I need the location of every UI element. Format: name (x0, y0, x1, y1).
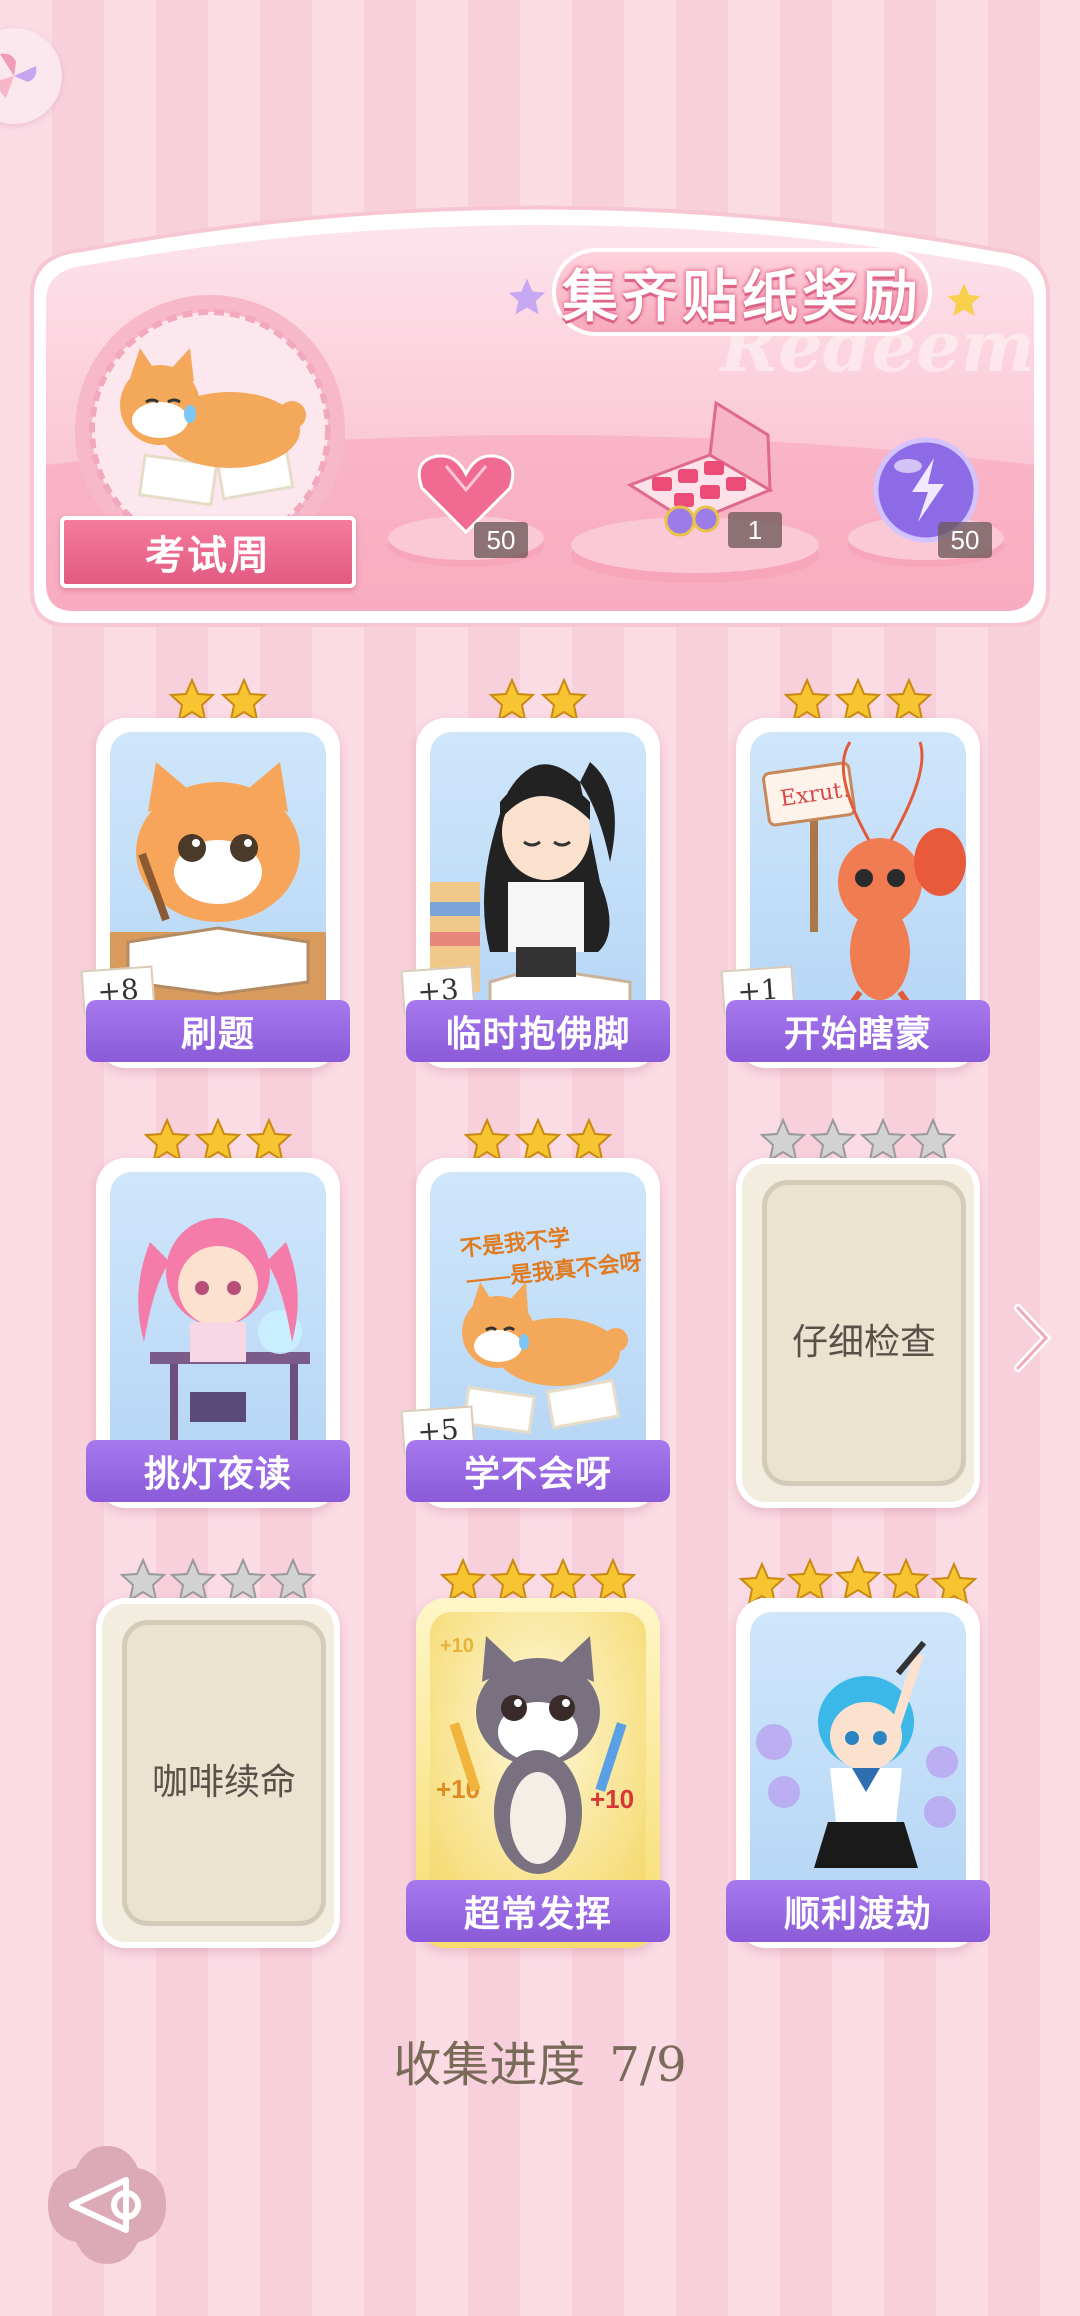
sticker-card-locked[interactable]: 咖啡续命 (90, 1557, 346, 1948)
banner-title: 集齐贴纸奖励 (552, 248, 932, 336)
sticker-card[interactable]: 不是我不学 ——是我真不会呀 +5 学不会呀 (400, 1117, 670, 1508)
card-label: 学不会呀 (406, 1440, 670, 1502)
sticker-card[interactable]: 挑灯夜读 (86, 1117, 350, 1508)
sticker-card[interactable]: 顺利渡劫 (726, 1556, 990, 1948)
art-caption-1: +10 (440, 1635, 474, 1657)
badge-label: 考试周 (60, 516, 356, 588)
sticker-card-locked[interactable]: 仔细检查 (730, 1117, 986, 1508)
card-art-cat-overperform: +10 +10 +10 (430, 1612, 646, 1902)
star-icon (947, 283, 981, 316)
card-label: 开始瞎蒙 (726, 1000, 990, 1062)
card-art-girl-success (750, 1612, 966, 1902)
gift-box-icon (571, 400, 819, 583)
card-label: 顺利渡劫 (726, 1880, 990, 1942)
back-arrow-icon (48, 2146, 166, 2264)
pinwheel-icon[interactable] (0, 28, 62, 124)
sticker-card[interactable]: +10 +10 +10 超常发挥 (406, 1557, 670, 1948)
back-button[interactable] (42, 2140, 172, 2270)
collection-progress: 收集进度 7/9 (0, 2025, 1080, 2095)
card-label: 临时抱佛脚 (406, 1000, 670, 1062)
sticker-card[interactable]: +8 刷题 (80, 677, 350, 1068)
card-label: 刷题 (86, 1000, 350, 1062)
sticker-card[interactable]: Exrut! +1 开始瞎蒙 (720, 677, 990, 1068)
sticker-card[interactable]: +3 临时抱佛脚 (400, 677, 670, 1068)
progress-label: 收集进度 (393, 2037, 586, 2093)
card-label: 咖啡续命 (151, 1762, 296, 1803)
star-icon (508, 278, 546, 315)
reward-count: 1 (728, 512, 782, 548)
reward-count: 50 (938, 522, 992, 558)
card-art-girl-night-study (110, 1172, 326, 1462)
card-label: 挑灯夜读 (86, 1440, 350, 1502)
progress-value: 7/9 (609, 2037, 687, 2093)
card-label: 仔细检查 (791, 1322, 936, 1363)
card-label: 超常发挥 (406, 1880, 670, 1942)
chevron-right-icon[interactable] (1010, 1300, 1054, 1376)
art-caption-1: 不是我不学 (459, 1225, 571, 1261)
reward-count: 50 (474, 522, 528, 558)
